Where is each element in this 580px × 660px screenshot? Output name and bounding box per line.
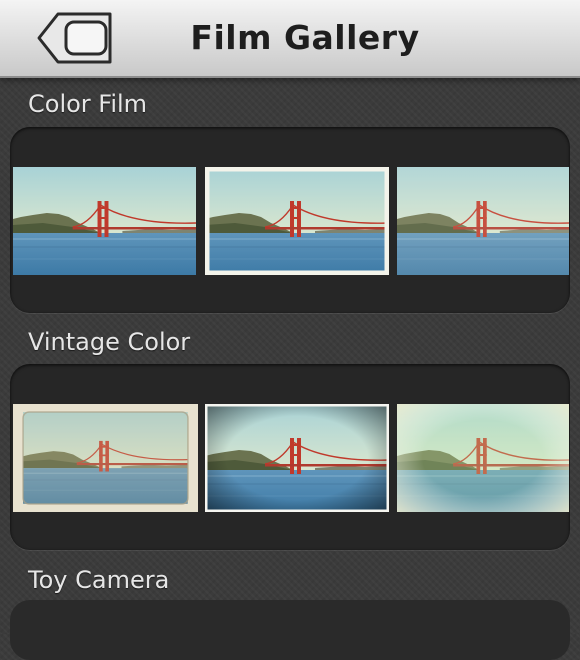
section-label-toy-camera: Toy Camera	[28, 566, 170, 594]
color-film-thumbnail-white-border[interactable]	[205, 167, 389, 275]
color-film-thumbnail-standard[interactable]	[13, 167, 196, 275]
vintage-color-thumbnail-cross-processed[interactable]	[397, 404, 569, 512]
vintage-color-thumbnail-aged-frame[interactable]	[13, 404, 198, 512]
header-bar: Film Gallery	[0, 0, 580, 78]
color-film-panel	[10, 127, 570, 313]
color-film-thumbnail-faded[interactable]	[397, 167, 569, 275]
vintage-color-thumbnail-vignette[interactable]	[205, 404, 389, 512]
vintage-color-panel	[10, 364, 570, 550]
section-label-vintage-color: Vintage Color	[28, 328, 191, 356]
page-title: Film Gallery	[190, 18, 420, 57]
toy-camera-panel	[10, 600, 570, 660]
section-label-color-film: Color Film	[28, 90, 148, 118]
